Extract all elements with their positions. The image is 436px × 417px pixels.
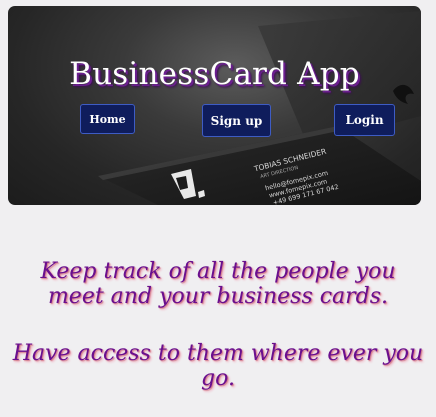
home-button[interactable]: Home xyxy=(80,104,135,134)
hero-banner: TOBIAS SCHNEIDER ART DIRECTION hello@fom… xyxy=(8,6,421,205)
sign-up-button[interactable]: Sign up xyxy=(202,104,271,137)
app-title: BusinessCard App xyxy=(69,56,360,92)
tagline-access: Have access to them where ever you go. xyxy=(12,341,424,392)
tagline-keep-track: Keep track of all the people you meet an… xyxy=(40,259,396,310)
login-button[interactable]: Login xyxy=(334,104,395,136)
page: TOBIAS SCHNEIDER ART DIRECTION hello@fom… xyxy=(0,0,436,417)
